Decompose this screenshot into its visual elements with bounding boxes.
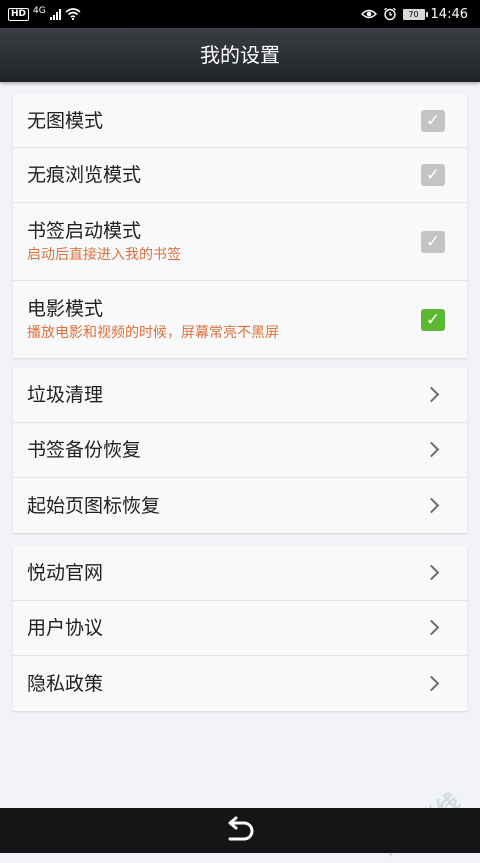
hd-badge: HD: [8, 7, 30, 21]
page-title: 我的设置: [200, 43, 280, 67]
menu-item-label: 悦动官网: [27, 562, 104, 584]
network-type: 4G: [33, 6, 46, 16]
menu-item-official-site[interactable]: 悦动官网: [13, 546, 467, 601]
menu-item-startpage-icon-restore[interactable]: 起始页图标恢复: [13, 478, 467, 533]
setting-label: 无痕浏览模式: [27, 164, 142, 186]
menu-item-label: 书签备份恢复: [27, 439, 142, 461]
setting-label: 电影模式: [27, 297, 104, 320]
bottom-bar: [0, 808, 480, 853]
setting-row-no-image-mode[interactable]: 无图模式 ✓: [13, 94, 467, 148]
menu-item-user-agreement[interactable]: 用户协议: [13, 601, 467, 656]
menu-item-label: 起始页图标恢复: [27, 494, 161, 517]
menu-item-label: 隐私政策: [27, 672, 104, 695]
no-image-mode-checkbox[interactable]: ✓: [421, 109, 445, 132]
alarm-icon: [383, 7, 396, 21]
back-icon[interactable]: [222, 815, 258, 847]
bookmark-start-mode-checkbox[interactable]: ✓: [421, 230, 445, 253]
setting-label: 无图模式: [27, 109, 104, 132]
clock: 14:46: [430, 6, 468, 22]
setting-label: 书签启动模式: [27, 219, 142, 242]
incognito-mode-checkbox[interactable]: ✓: [421, 164, 445, 186]
menu-item-label: 用户协议: [27, 617, 104, 639]
menu-item-label: 垃圾清理: [27, 384, 104, 406]
menu-item-junk-cleanup[interactable]: 垃圾清理: [13, 368, 467, 423]
menu-item-privacy-policy[interactable]: 隐私政策: [13, 656, 467, 711]
title-bar: 我的设置: [0, 28, 480, 82]
battery-icon: 70: [402, 8, 428, 20]
wifi-icon: [65, 8, 81, 20]
status-bar: HD 4G 70 14:46: [0, 0, 480, 28]
status-left: HD 4G: [8, 0, 81, 28]
setting-row-bookmark-start-mode[interactable]: 书签启动模式 启动后直接进入我的书签 ✓: [13, 203, 467, 281]
eye-icon: [360, 9, 377, 19]
setting-row-movie-mode[interactable]: 电影模式 播放电影和视频的时候，屏幕常亮不黑屏 ✓: [13, 281, 467, 358]
menu-item-bookmark-backup[interactable]: 书签备份恢复: [13, 423, 467, 478]
about-card: 悦动官网 用户协议 隐私政策: [13, 546, 467, 711]
status-right: 70 14:46: [360, 0, 468, 28]
setting-description: 播放电影和视频的时候，屏幕常亮不黑屏: [27, 324, 279, 341]
signal-icon: [49, 8, 61, 20]
setting-description: 启动后直接进入我的书签: [27, 246, 181, 263]
setting-row-incognito-mode[interactable]: 无痕浏览模式 ✓: [13, 148, 467, 203]
movie-mode-checkbox[interactable]: ✓: [421, 308, 445, 331]
mode-settings-card: 无图模式 ✓ 无痕浏览模式 ✓ 书签启动模式 启动后直接进入我的书签 ✓ 电影模…: [13, 94, 467, 358]
tools-card: 垃圾清理 书签备份恢复 起始页图标恢复: [13, 368, 467, 533]
